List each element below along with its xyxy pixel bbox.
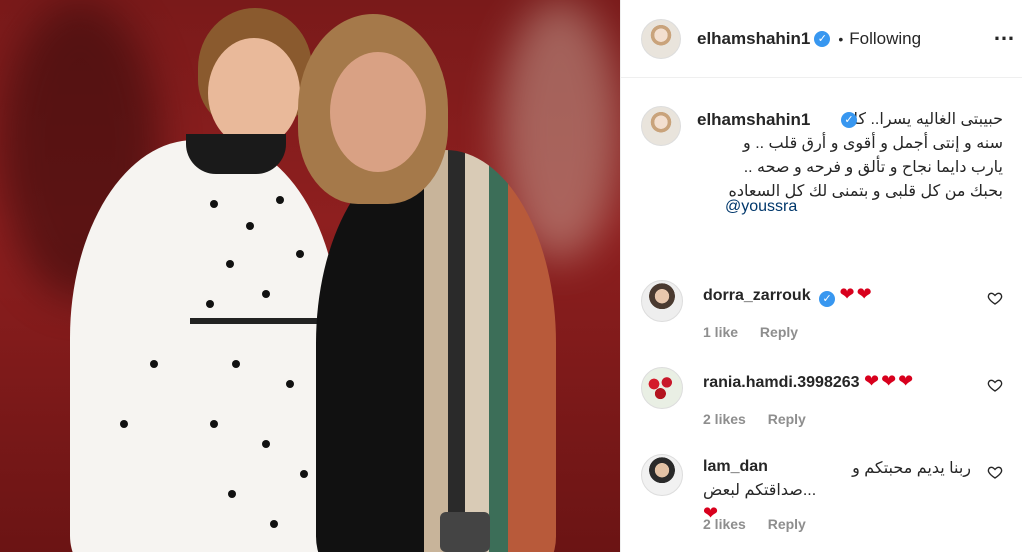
- reply-button[interactable]: Reply: [760, 324, 798, 340]
- author-avatar[interactable]: [641, 18, 681, 59]
- comment-text-line-1: ربنا يديم محبتكم و: [852, 460, 971, 477]
- post-photo[interactable]: [0, 0, 620, 552]
- person-right-outfit: [316, 150, 556, 552]
- caption-username[interactable]: elhamshahin1: [697, 110, 813, 130]
- person-left-face: [208, 38, 300, 148]
- post-sidebar: elhamshahin1 ✓ • Following … حبيبتى الغا…: [620, 0, 1022, 552]
- reply-button[interactable]: Reply: [768, 411, 806, 427]
- commenter-avatar[interactable]: [641, 367, 683, 409]
- person-left-dress: [70, 140, 340, 552]
- commenter-avatar[interactable]: [641, 454, 683, 496]
- comment-username-link[interactable]: rania.hamdi.3998263: [703, 374, 860, 391]
- like-comment-icon[interactable]: [987, 464, 1003, 480]
- comment-like-count[interactable]: 2 likes: [703, 516, 746, 532]
- comment-username-link[interactable]: dorra_zarrouk: [703, 287, 811, 304]
- phone-in-hand: [440, 512, 490, 552]
- more-options-icon[interactable]: …: [993, 22, 1016, 44]
- post-header: elhamshahin1 ✓ • Following …: [621, 0, 1022, 78]
- caption-line-3: يارب دايما نجاح و تألق و فرحه و صحه ..: [743, 159, 1003, 176]
- comment-meta: 2 likes Reply: [703, 411, 824, 427]
- verified-badge-icon: ✓: [814, 30, 831, 47]
- caption-line-1: حبيبتى الغاليه يسرا.. كل: [846, 111, 1003, 128]
- comment-hearts: ❤❤❤: [864, 371, 916, 391]
- comment-username: dorra_zarrouk ✓ ❤❤: [703, 284, 874, 307]
- comment-like-count[interactable]: 2 likes: [703, 411, 746, 427]
- comment-text-line-2-text: صداقتكم لبعض...: [703, 482, 817, 499]
- reply-button[interactable]: Reply: [768, 516, 806, 532]
- comment-meta: 2 likes Reply: [703, 516, 824, 532]
- header-separator: •: [838, 30, 844, 47]
- comment-like-count[interactable]: 1 like: [703, 324, 738, 340]
- comment-item: rania.hamdi.3998263 ❤❤❤ 2 likes Reply: [641, 367, 1011, 447]
- comment-username-link[interactable]: lam_dan: [703, 458, 768, 476]
- like-comment-icon[interactable]: [987, 377, 1003, 393]
- commenter-avatar[interactable]: [641, 280, 683, 322]
- verified-badge-icon: ✓: [819, 291, 836, 307]
- author-username[interactable]: elhamshahin1: [697, 29, 810, 49]
- caption-mention-link[interactable]: @youssra: [725, 198, 797, 216]
- like-comment-icon[interactable]: [987, 290, 1003, 306]
- following-button[interactable]: Following: [849, 29, 921, 49]
- comment-item: lam_dan ربنا يديم محبتكم و صداقتكم لبعض.…: [641, 454, 1011, 550]
- comment-meta: 1 like Reply: [703, 324, 816, 340]
- person-left-collar: [186, 134, 286, 174]
- caption-line-2: سنه و إنتى أجمل و أقوى و أرق قلب .. و: [743, 135, 1003, 152]
- comment-hearts: ❤❤: [839, 284, 874, 304]
- caption-verified-icon: ✓: [841, 112, 857, 128]
- person-right-face: [330, 52, 426, 172]
- comment-username: rania.hamdi.3998263 ❤❤❤: [703, 371, 915, 392]
- person-left-belt: [190, 318, 318, 324]
- comment-item: dorra_zarrouk ✓ ❤❤ 1 like Reply: [641, 280, 1011, 360]
- caption-text: حبيبتى الغاليه يسرا.. كل سنه و إنتى أجمل…: [641, 108, 1003, 204]
